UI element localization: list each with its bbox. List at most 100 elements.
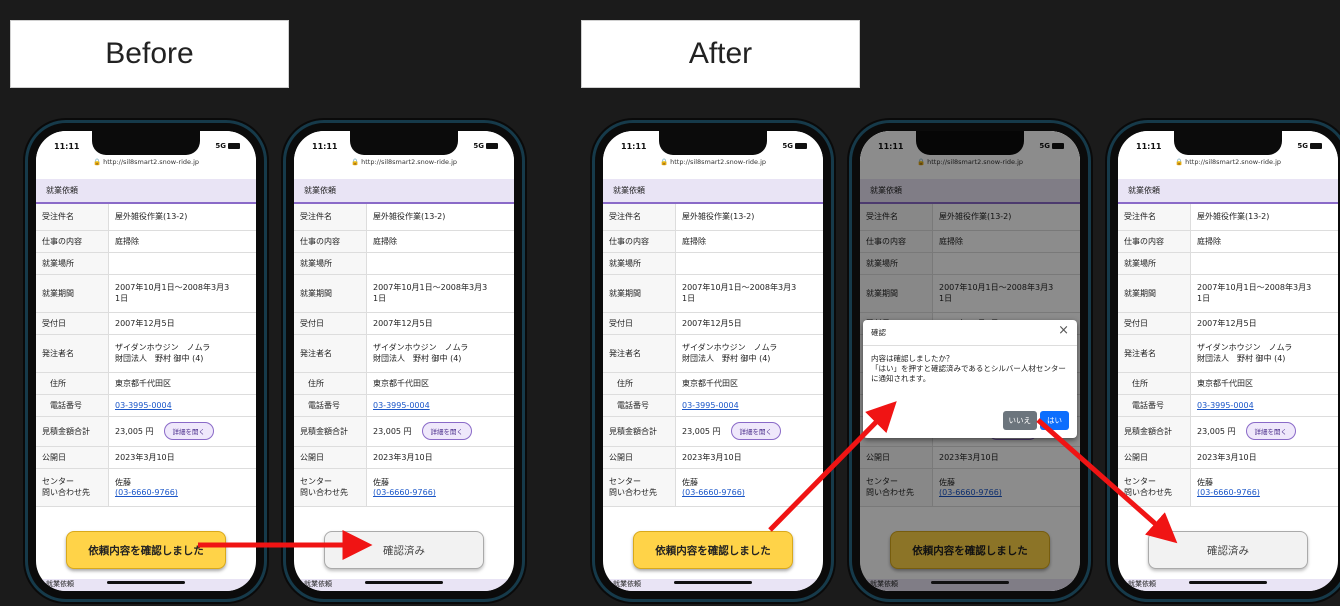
network-label: 5G [473, 142, 484, 150]
info-row: 受付日 2007年12月5日 [603, 312, 823, 335]
confirm-request-button[interactable]: 依頼内容を確認しました [66, 531, 226, 569]
info-row: 住所 東京都千代田区 [1118, 372, 1338, 395]
battery-icon [1310, 143, 1322, 149]
row-value-cell: 佐藤 (03-6660-9766) [1190, 468, 1338, 507]
row-value-cell: 2023年3月10日 [1190, 446, 1338, 469]
info-row: 見積金額合計 23,005 円詳細を開く [36, 416, 256, 447]
home-indicator [674, 581, 752, 584]
row-label: センター 問い合わせ先 [294, 468, 367, 507]
url-text: http://sil8smart2.snow-ride.jp [670, 158, 767, 166]
battery-icon [228, 143, 240, 149]
row-value-cell: 2023年3月10日 [108, 446, 256, 469]
detail-open-button[interactable]: 詳細を開く [421, 422, 473, 440]
after-caption: After [581, 20, 860, 88]
row-value: 佐藤 [373, 478, 389, 487]
job-info-table: 受注件名 屋外雑役作業(13-2) 仕事の内容 庭掃除 就業場所 就業期間 20… [36, 204, 256, 507]
row-label: 受付日 [294, 312, 367, 335]
row-value: 庭掃除 [682, 236, 706, 246]
info-row: 就業場所 [603, 252, 823, 275]
contact-phone-link[interactable]: (03-6660-9766) [115, 488, 178, 497]
row-value: 東京都千代田区 [373, 378, 429, 388]
phone-screen: 11:11 5G 🔒 http://sil8smart2.snow-ride.j… [603, 131, 823, 591]
detail-open-button[interactable]: 詳細を開く [730, 422, 782, 440]
row-value-cell: 03-3995-0004 [108, 394, 256, 417]
row-label: センター 問い合わせ先 [1118, 468, 1191, 507]
row-value: 屋外雑役作業(13-2) [373, 212, 446, 222]
contact-phone-link[interactable]: (03-6660-9766) [1197, 488, 1260, 497]
close-icon[interactable]: × [1058, 323, 1069, 338]
confirmed-button[interactable]: 確認済み [324, 531, 484, 569]
phone-notch [659, 131, 767, 155]
info-row: 発注者名 ザイダンホウジン ノムラ 財団法人 野村 御中 (4) [294, 334, 514, 373]
no-button[interactable]: いいえ [1002, 411, 1037, 430]
row-label: 就業場所 [1118, 252, 1191, 275]
row-value-cell: 2007年12月5日 [675, 312, 823, 335]
row-value: ザイダンホウジン ノムラ 財団法人 野村 御中 (4) [373, 343, 469, 363]
row-label: 電話番号 [36, 394, 109, 417]
confirmed-button[interactable]: 確認済み [1148, 531, 1308, 569]
yes-button[interactable]: はい [1040, 411, 1069, 430]
row-value: 屋外雑役作業(13-2) [1197, 212, 1270, 222]
status-bar: 11:11 5G 🔒 http://sil8smart2.snow-ride.j… [603, 131, 823, 175]
row-value-cell: 庭掃除 [675, 230, 823, 253]
info-row: 見積金額合計 23,005 円詳細を開く [603, 416, 823, 447]
status-bar: 11:11 5G 🔒 http://sil8smart2.snow-ride.j… [294, 131, 514, 175]
job-info-table: 受注件名 屋外雑役作業(13-2) 仕事の内容 庭掃除 就業場所 就業期間 20… [294, 204, 514, 507]
home-indicator [931, 581, 1009, 584]
info-row: 受付日 2007年12月5日 [294, 312, 514, 335]
row-value: 2007年10月1日～2008年3月3 1日 [682, 283, 797, 303]
info-row: 発注者名 ザイダンホウジン ノムラ 財団法人 野村 御中 (4) [603, 334, 823, 373]
detail-open-button[interactable]: 詳細を開く [1245, 422, 1297, 440]
row-value: 23,005 円 [1197, 427, 1236, 436]
row-value-cell: 屋外雑役作業(13-2) [1190, 204, 1338, 231]
row-label: 就業期間 [603, 274, 676, 313]
dialog-title: 確認 [871, 328, 886, 337]
row-label: 公開日 [36, 446, 109, 469]
row-value: 佐藤 [115, 478, 131, 487]
row-value-cell: 2007年12月5日 [108, 312, 256, 335]
network-label: 5G [1297, 142, 1308, 150]
info-row: 受付日 2007年12月5日 [36, 312, 256, 335]
contact-phone-link[interactable]: (03-6660-9766) [373, 488, 436, 497]
row-value: 2023年3月10日 [682, 452, 742, 462]
row-value: 2023年3月10日 [1197, 452, 1257, 462]
network-label: 5G [215, 142, 226, 150]
info-row: 就業期間 2007年10月1日～2008年3月3 1日 [1118, 274, 1338, 313]
row-value-cell [1190, 252, 1338, 275]
detail-open-button[interactable]: 詳細を開く [163, 422, 215, 440]
phone-notch [1174, 131, 1282, 155]
row-value-cell: 屋外雑役作業(13-2) [366, 204, 514, 231]
row-value: 庭掃除 [1197, 236, 1221, 246]
confirm-request-button[interactable]: 依頼内容を確認しました [633, 531, 793, 569]
row-value: 23,005 円 [115, 427, 154, 436]
info-row: 仕事の内容 庭掃除 [36, 230, 256, 253]
job-info-table: 受注件名 屋外雑役作業(13-2) 仕事の内容 庭掃除 就業場所 就業期間 20… [603, 204, 823, 507]
row-label: 発注者名 [36, 334, 109, 373]
phone-number-link[interactable]: 03-3995-0004 [1197, 401, 1254, 410]
info-row: 仕事の内容 庭掃除 [294, 230, 514, 253]
phone-mockup: 11:11 5G 🔒 http://sil8smart2.snow-ride.j… [28, 123, 264, 599]
phone-mockup: 11:11 5G 🔒 http://sil8smart2.snow-ride.j… [595, 123, 831, 599]
row-label: 住所 [1118, 372, 1191, 395]
address-bar[interactable]: 🔒 http://sil8smart2.snow-ride.jp [36, 158, 256, 166]
row-label: 就業期間 [294, 274, 367, 313]
row-value-cell: 23,005 円詳細を開く [675, 416, 823, 447]
phone-number-link[interactable]: 03-3995-0004 [115, 401, 172, 410]
info-row: 電話番号 03-3995-0004 [36, 394, 256, 417]
address-bar[interactable]: 🔒 http://sil8smart2.snow-ride.jp [294, 158, 514, 166]
row-value: 屋外雑役作業(13-2) [682, 212, 755, 222]
info-row: 受注件名 屋外雑役作業(13-2) [603, 204, 823, 231]
phone-number-link[interactable]: 03-3995-0004 [682, 401, 739, 410]
info-row: 受付日 2007年12月5日 [1118, 312, 1338, 335]
row-label: 受付日 [1118, 312, 1191, 335]
contact-phone-link[interactable]: (03-6660-9766) [682, 488, 745, 497]
phone-number-link[interactable]: 03-3995-0004 [373, 401, 430, 410]
address-bar[interactable]: 🔒 http://sil8smart2.snow-ride.jp [1118, 158, 1338, 166]
phone-mockup: 11:11 5G 🔒 http://sil8smart2.snow-ride.j… [852, 123, 1088, 599]
row-label: 仕事の内容 [1118, 230, 1191, 253]
info-row: 就業場所 [294, 252, 514, 275]
info-row: 発注者名 ザイダンホウジン ノムラ 財団法人 野村 御中 (4) [1118, 334, 1338, 373]
phone-notch [350, 131, 458, 155]
before-caption: Before [10, 20, 289, 88]
address-bar[interactable]: 🔒 http://sil8smart2.snow-ride.jp [603, 158, 823, 166]
